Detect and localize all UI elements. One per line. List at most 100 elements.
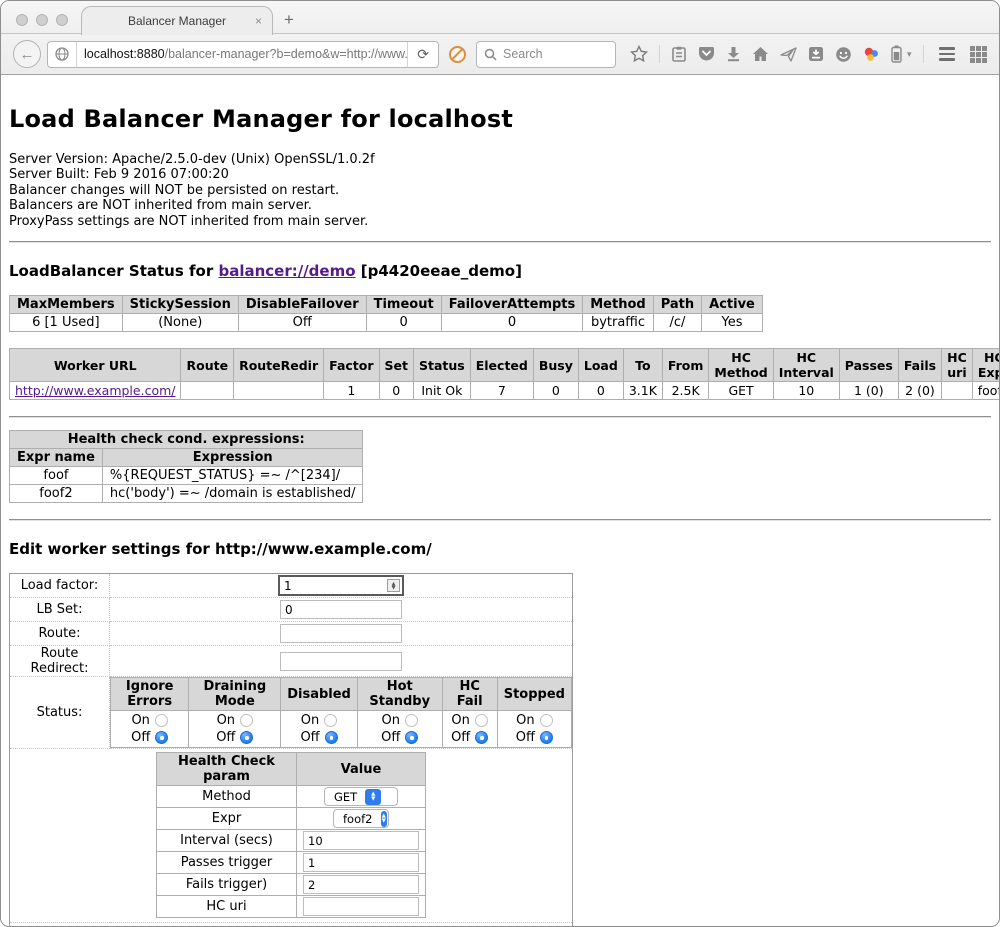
hc-fail-on-radio[interactable] bbox=[475, 714, 488, 727]
url-bar[interactable]: localhost:8880/balancer-manager?b=demo&w… bbox=[47, 41, 439, 68]
col-elected: Elected bbox=[470, 349, 533, 382]
status-label: Status: bbox=[10, 677, 110, 749]
page-content: Load Balancer Manager for localhost Serv… bbox=[1, 105, 999, 927]
worker-url-link[interactable]: http://www.example.com/ bbox=[15, 383, 175, 398]
back-button[interactable]: ← bbox=[13, 40, 41, 68]
route-redirect-input[interactable] bbox=[280, 652, 402, 671]
number-stepper-icon[interactable]: ▲▼ bbox=[387, 579, 400, 592]
col-status: Status bbox=[414, 349, 471, 382]
col-maxmembers: MaxMembers bbox=[10, 296, 123, 314]
blocked-plugin-icon[interactable] bbox=[449, 46, 466, 63]
on-label: On bbox=[382, 713, 400, 728]
lb-set-input[interactable] bbox=[280, 600, 402, 619]
method-selected-value: GET bbox=[334, 790, 357, 804]
color-dots-icon[interactable] bbox=[863, 46, 880, 63]
tab-balancer-manager[interactable]: Balancer Manager × bbox=[81, 6, 273, 35]
ignore-errors-off-radio[interactable] bbox=[155, 731, 168, 744]
balancer-demo-link[interactable]: balancer://demo bbox=[218, 262, 355, 280]
col-set: Set bbox=[379, 349, 413, 382]
col-hc-fail: HC Fail bbox=[442, 678, 497, 711]
expr-select[interactable]: foof2 ▲▼ bbox=[333, 809, 389, 828]
home-icon[interactable] bbox=[752, 46, 769, 62]
cell-hc-expr: foof2 bbox=[972, 382, 1000, 400]
search-bar[interactable]: Search bbox=[476, 41, 616, 68]
col-from: From bbox=[662, 349, 709, 382]
hot-standby-off-radio[interactable] bbox=[405, 731, 418, 744]
cell-set: 0 bbox=[379, 382, 413, 400]
toolbar-divider bbox=[923, 45, 924, 63]
tab-close-icon[interactable]: × bbox=[255, 14, 262, 28]
on-label: On bbox=[131, 713, 149, 728]
edit-worker-heading: Edit worker settings for http://www.exam… bbox=[9, 540, 991, 558]
table-header-row: MaxMembers StickySession DisableFailover… bbox=[10, 296, 763, 314]
disabled-off-radio[interactable] bbox=[325, 731, 338, 744]
route-row: Route: bbox=[10, 622, 573, 646]
select-stepper-icon: ▲▼ bbox=[381, 811, 388, 827]
balancer-status-table: MaxMembers StickySession DisableFailover… bbox=[9, 295, 763, 332]
minimize-window-button[interactable] bbox=[36, 14, 48, 26]
navigation-toolbar: ← localhost:8880/balancer-manager?b=demo… bbox=[1, 34, 999, 75]
bookmark-star-icon[interactable] bbox=[630, 45, 648, 63]
stopped-on-radio[interactable] bbox=[540, 714, 553, 727]
interval-input[interactable] bbox=[303, 831, 419, 850]
overflow-caret-icon[interactable]: ▾ bbox=[907, 49, 912, 60]
col-hc-value: Value bbox=[297, 753, 426, 786]
method-label: Method bbox=[157, 786, 297, 808]
battery-icon[interactable] bbox=[891, 45, 902, 63]
zoom-window-button[interactable] bbox=[56, 14, 68, 26]
tab-grid-icon[interactable] bbox=[970, 46, 987, 63]
window-controls[interactable] bbox=[16, 14, 68, 26]
load-factor-input[interactable] bbox=[280, 579, 387, 593]
col-disablefailover: DisableFailover bbox=[238, 296, 366, 314]
hc-uri-input[interactable] bbox=[303, 897, 419, 916]
cell-fails: 2 (0) bbox=[898, 382, 941, 400]
col-fails: Fails bbox=[898, 349, 941, 382]
expr-label: Expr bbox=[157, 808, 297, 830]
new-tab-button[interactable]: + bbox=[284, 10, 294, 30]
passes-row: Passes trigger bbox=[157, 852, 426, 874]
downloads-icon[interactable] bbox=[726, 46, 741, 62]
fails-input[interactable] bbox=[303, 875, 419, 894]
cell-factor: 1 bbox=[324, 382, 379, 400]
download-box-icon[interactable] bbox=[808, 46, 824, 62]
col-draining-mode: Draining Mode bbox=[189, 678, 281, 711]
draining-mode-on-radio[interactable] bbox=[240, 714, 253, 727]
url-text[interactable]: localhost:8880/balancer-manager?b=demo&w… bbox=[77, 47, 407, 61]
cell-from: 2.5K bbox=[662, 382, 709, 400]
draining-mode-off-radio[interactable] bbox=[240, 731, 253, 744]
hot-standby-on-radio[interactable] bbox=[405, 714, 418, 727]
stopped-off-radio[interactable] bbox=[540, 731, 553, 744]
globe-icon[interactable] bbox=[48, 47, 76, 61]
fails-label: Fails trigger) bbox=[157, 874, 297, 896]
on-label: On bbox=[516, 713, 534, 728]
hc-fail-off-radio[interactable] bbox=[475, 731, 488, 744]
passes-input[interactable] bbox=[303, 853, 419, 872]
send-icon[interactable] bbox=[780, 46, 797, 62]
table-header-row: Ignore Errors Draining Mode Disabled Hot… bbox=[111, 678, 572, 711]
off-label: Off bbox=[300, 730, 319, 745]
disabled-on-radio[interactable] bbox=[324, 714, 337, 727]
method-row: Method GET ▲▼ bbox=[157, 786, 426, 808]
route-redirect-row: Route Redirect: bbox=[10, 646, 573, 677]
ignore-errors-on-radio[interactable] bbox=[155, 714, 168, 727]
close-window-button[interactable] bbox=[16, 14, 28, 26]
divider bbox=[9, 416, 991, 418]
table-header-row: Worker URL Route RouteRedir Factor Set S… bbox=[10, 349, 1000, 382]
expr-selected-value: foof2 bbox=[343, 812, 373, 826]
route-input[interactable] bbox=[280, 624, 402, 643]
col-to: To bbox=[623, 349, 662, 382]
method-select[interactable]: GET ▲▼ bbox=[324, 787, 398, 806]
menu-icon[interactable] bbox=[939, 47, 955, 61]
clipboard-icon[interactable] bbox=[671, 46, 687, 63]
off-label: Off bbox=[131, 730, 150, 745]
cell-hc-uri bbox=[942, 382, 973, 400]
pocket-icon[interactable] bbox=[698, 46, 715, 62]
cell-stickysession: (None) bbox=[122, 314, 238, 332]
col-ignore-errors: Ignore Errors bbox=[111, 678, 189, 711]
persist-note-line: Balancer changes will NOT be persisted o… bbox=[9, 183, 991, 198]
reload-icon[interactable]: ⟳ bbox=[408, 46, 438, 63]
cell-expr-name: foof2 bbox=[10, 485, 103, 503]
smiley-icon[interactable] bbox=[835, 46, 852, 63]
search-placeholder: Search bbox=[503, 47, 543, 61]
status-row: Status: Ignore Errors Draining Mode Disa… bbox=[10, 677, 573, 749]
